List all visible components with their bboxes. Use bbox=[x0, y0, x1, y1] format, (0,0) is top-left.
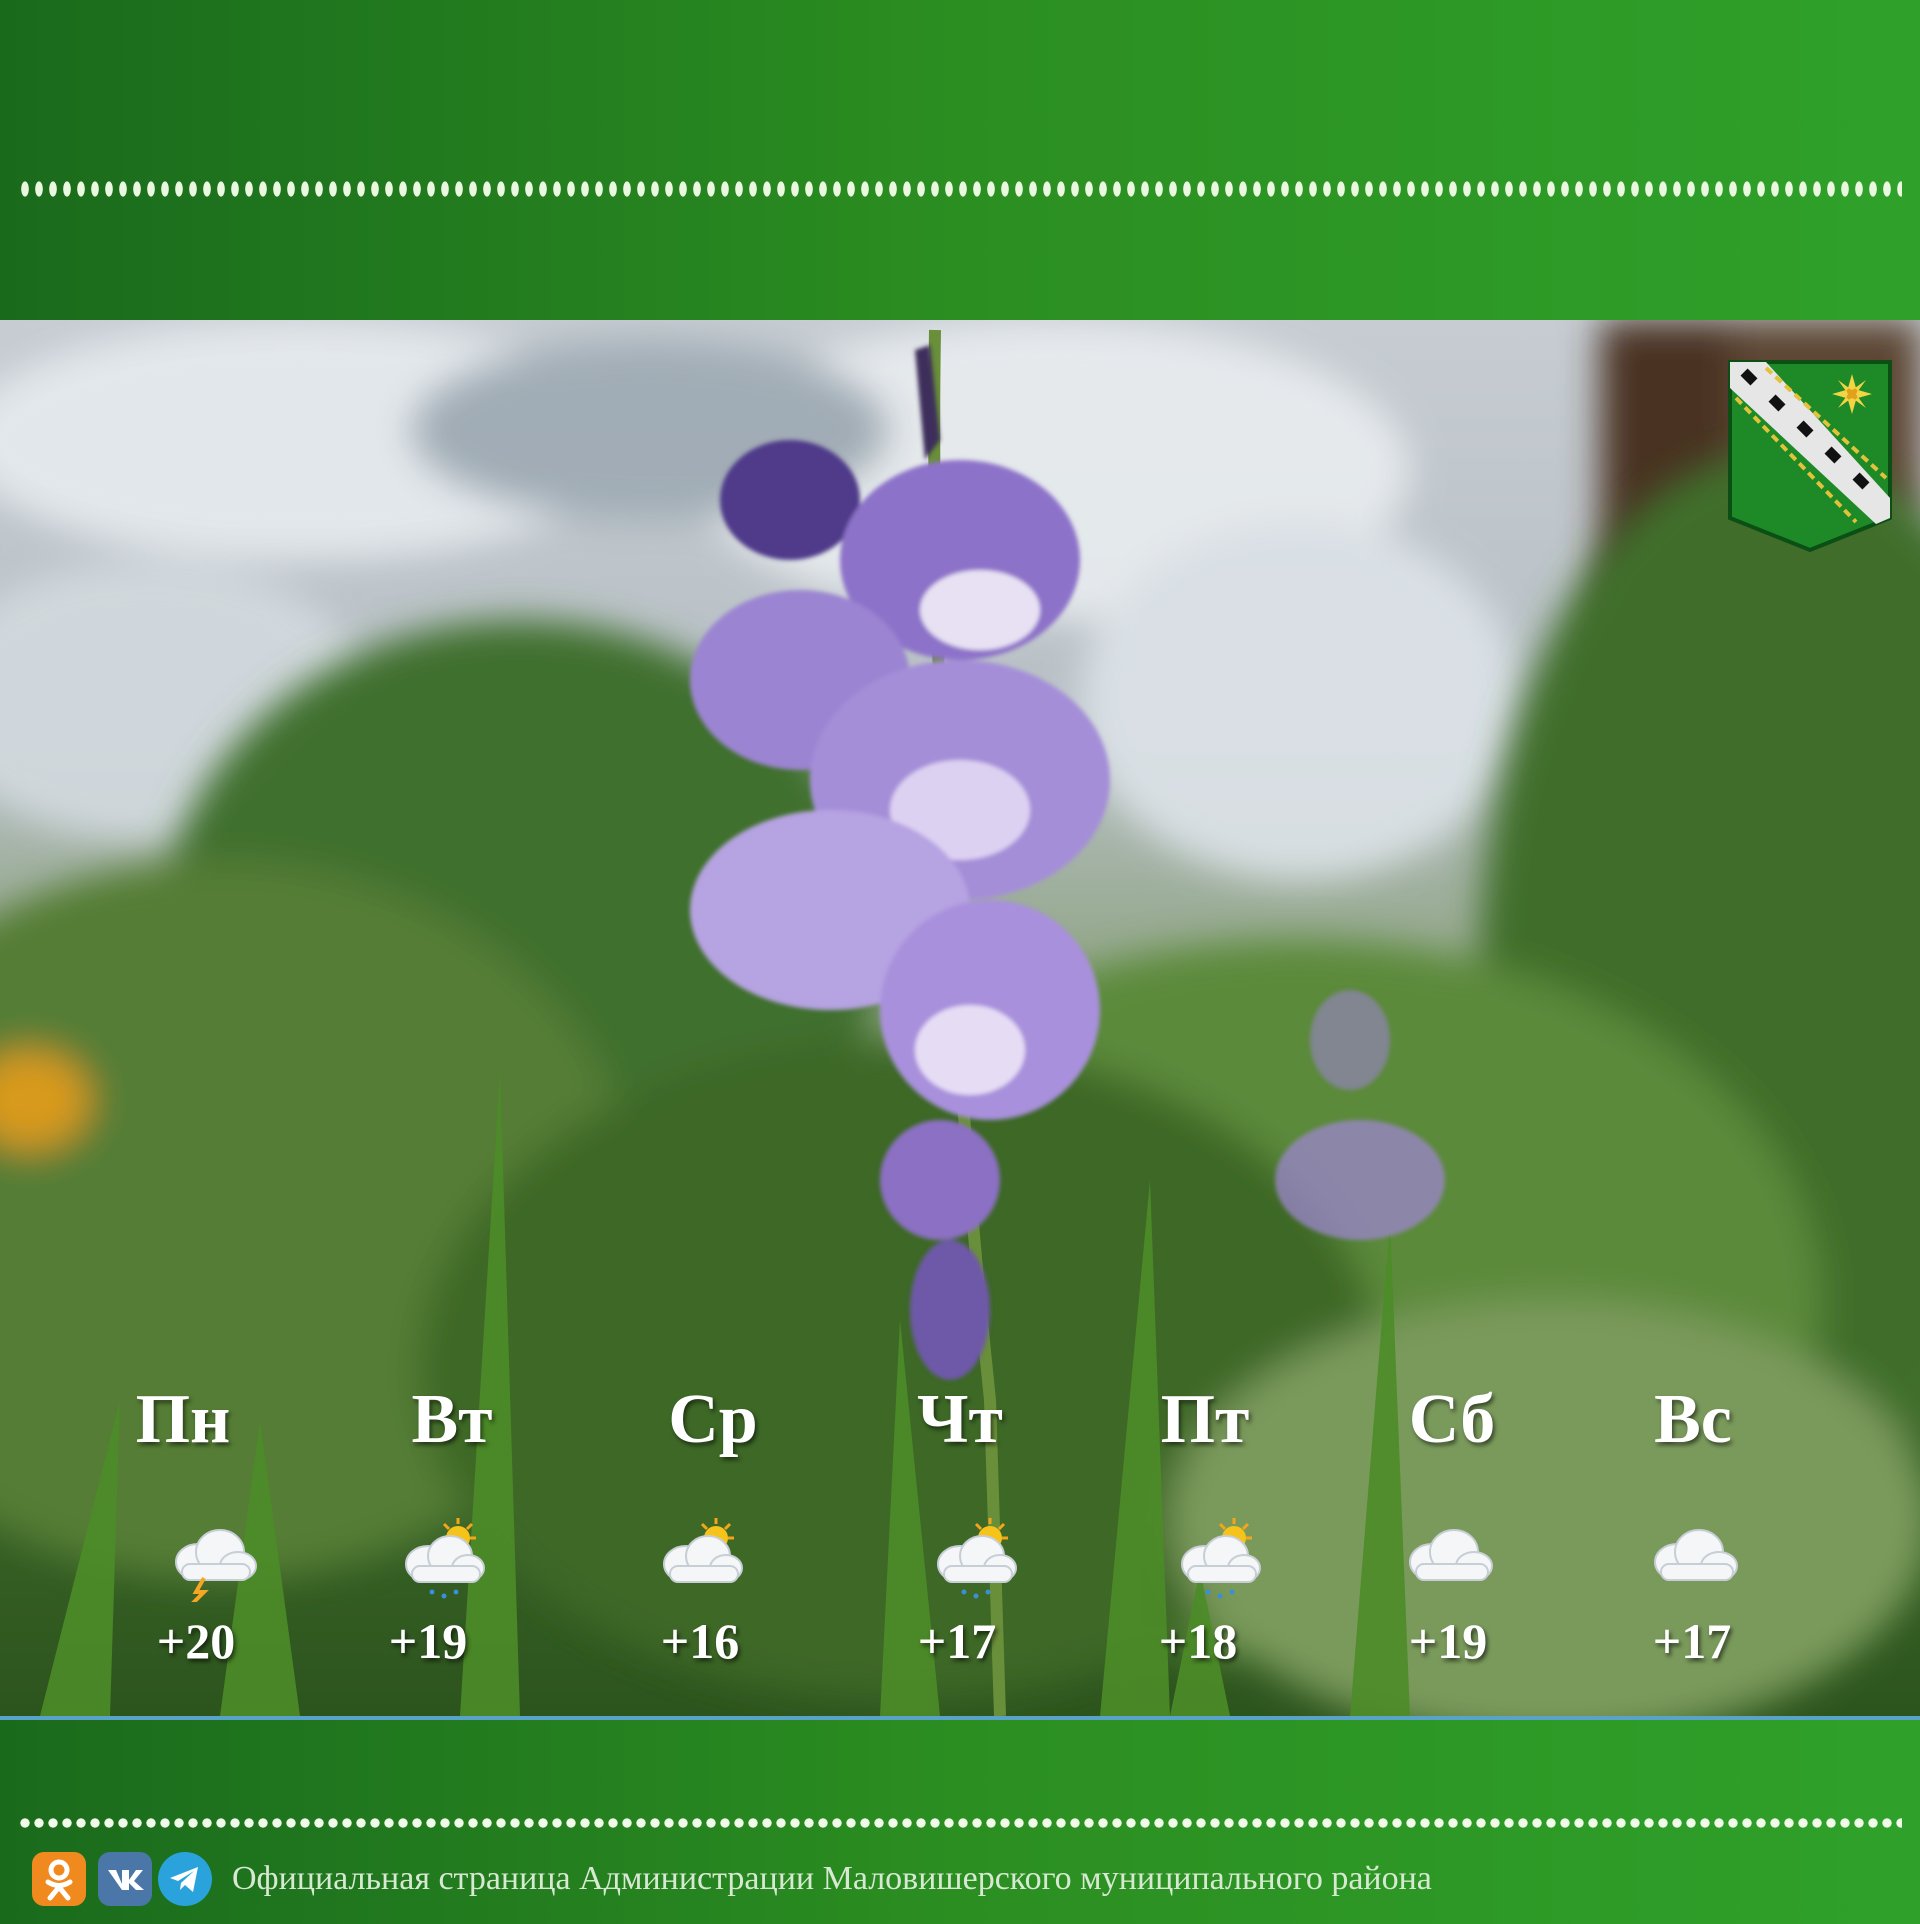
top-banner bbox=[0, 0, 1920, 320]
sun-cloud-rain-icon bbox=[937, 1518, 1017, 1599]
dotted-divider-bottom bbox=[18, 1816, 1902, 1830]
day-label-wed: Ср bbox=[668, 1381, 758, 1458]
sun-cloud-icon bbox=[663, 1518, 743, 1583]
telegram-icon[interactable] bbox=[158, 1852, 212, 1906]
district-coat-of-arms-icon bbox=[1728, 360, 1892, 553]
footer-caption: Официальная страница Администрации Малов… bbox=[232, 1860, 1432, 1897]
day-label-thu: Чт bbox=[917, 1381, 1003, 1458]
temp-tue: +19 bbox=[388, 1613, 468, 1669]
odnoklassniki-icon[interactable] bbox=[32, 1852, 86, 1906]
day-label-mon: Пн bbox=[135, 1381, 231, 1458]
temp-fri: +18 bbox=[1158, 1613, 1238, 1669]
background-photo bbox=[0, 320, 1920, 1716]
dotted-divider-top bbox=[18, 180, 1902, 198]
temp-sat: +19 bbox=[1408, 1613, 1488, 1669]
cloud-lightning-icon bbox=[175, 1529, 257, 1602]
temp-mon: +20 bbox=[156, 1613, 236, 1669]
day-label-sat: Сб bbox=[1408, 1381, 1496, 1458]
day-label-tue: Вт bbox=[411, 1381, 493, 1458]
cloud-icon bbox=[1409, 1529, 1493, 1581]
sun-cloud-rain-icon bbox=[1181, 1518, 1261, 1599]
temp-sun: +17 bbox=[1652, 1613, 1732, 1669]
gladiolus-photo bbox=[0, 320, 1920, 1716]
temp-thu: +17 bbox=[917, 1613, 997, 1669]
temp-wed: +16 bbox=[660, 1613, 740, 1669]
day-label-sun: Вс bbox=[1654, 1381, 1732, 1458]
sun-cloud-rain-icon bbox=[405, 1518, 485, 1599]
day-label-fri: Пт bbox=[1160, 1381, 1250, 1458]
vk-icon[interactable] bbox=[98, 1852, 152, 1906]
cloud-icon bbox=[1654, 1529, 1738, 1581]
